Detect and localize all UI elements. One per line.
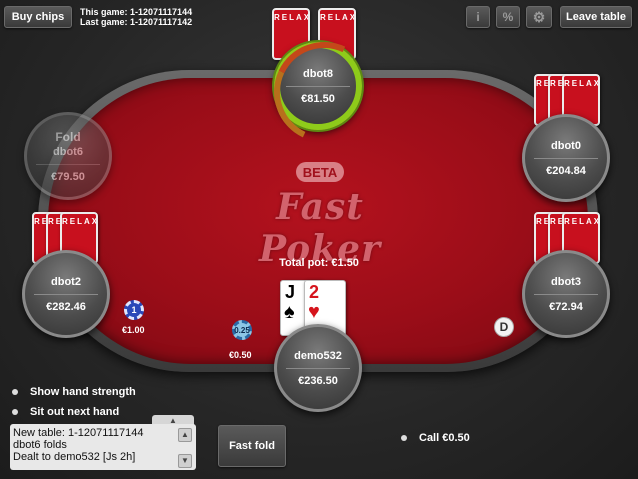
show-hand-strength-option[interactable]: Show hand strength (12, 386, 136, 398)
fast-fold-button[interactable]: Fast fold (218, 425, 286, 467)
chip-icon: 0.25 (232, 320, 252, 340)
total-pot: Total pot: €1.50 (279, 257, 359, 269)
player-name: dbot3 (551, 275, 581, 288)
radio-icon[interactable] (12, 389, 18, 395)
bet-amount-demo532: €0.50 (229, 350, 252, 360)
player-name: dbot2 (51, 275, 81, 288)
player-stack: €79.50 (51, 170, 85, 183)
chat-line: Dealt to demo532 [Js 2h] (13, 451, 136, 463)
player-stack: €236.50 (298, 374, 338, 387)
game-info: This game: 1-12071117144 Last game: 1-12… (80, 7, 192, 27)
player-name: dbot0 (551, 139, 581, 152)
gear-icon: ⚙ (532, 8, 546, 25)
fast-poker-logo: Fast Poker (259, 186, 381, 270)
seat-demo532: demo532 €236.50 (274, 324, 362, 412)
spade-icon: ♠ (284, 301, 295, 323)
percent-button[interactable]: % (496, 6, 520, 28)
chat-log: New table: 1-12071117144 dbot6 folds Dea… (10, 424, 196, 470)
seat-dbot2: dbot2 €282.46 (22, 250, 110, 338)
scroll-up-icon[interactable]: ▲ (178, 428, 192, 442)
player-name: dbot6 (53, 145, 83, 158)
chat-line: dbot6 folds (13, 439, 67, 451)
buy-chips-button[interactable]: Buy chips (4, 6, 72, 28)
chat-line: New table: 1-12071117144 (13, 427, 144, 439)
player-name: dbot8 (303, 67, 333, 80)
radio-icon[interactable] (401, 435, 407, 441)
percent-icon: % (502, 10, 514, 24)
seat-dbot3: dbot3 €72.94 (522, 250, 610, 338)
call-option[interactable]: Call €0.50 (401, 432, 470, 444)
this-game-label: This game: 1-12071117144 (80, 7, 193, 17)
bet-amount-dbot2: €1.00 (122, 325, 145, 335)
leave-table-button[interactable]: Leave table (560, 6, 632, 28)
scroll-down-icon[interactable]: ▼ (178, 454, 192, 468)
player-name: demo532 (294, 349, 342, 362)
player-stack: €72.94 (549, 300, 583, 313)
player-stack: €81.50 (301, 92, 335, 105)
last-game-label: Last game: 1-12071117142 (80, 17, 193, 27)
dealer-button: D (494, 317, 514, 337)
sit-out-next-hand-option[interactable]: Sit out next hand (12, 406, 119, 418)
heart-icon: ♥ (308, 301, 320, 323)
seat-dbot0: dbot0 €204.84 (522, 114, 610, 202)
radio-icon[interactable] (12, 409, 18, 415)
seat-dbot8: dbot8 €81.50 (274, 42, 362, 130)
info-icon: i (476, 10, 480, 24)
settings-button[interactable]: ⚙ (526, 6, 552, 28)
beta-badge: BETA (296, 162, 344, 182)
player-stack: €282.46 (46, 300, 86, 313)
chip-icon: 1 (124, 300, 144, 320)
seat-dbot6: Fold dbot6 €79.50 (24, 112, 112, 200)
info-button[interactable]: i (466, 6, 490, 28)
fold-status: Fold (55, 129, 81, 144)
player-stack: €204.84 (546, 164, 586, 177)
